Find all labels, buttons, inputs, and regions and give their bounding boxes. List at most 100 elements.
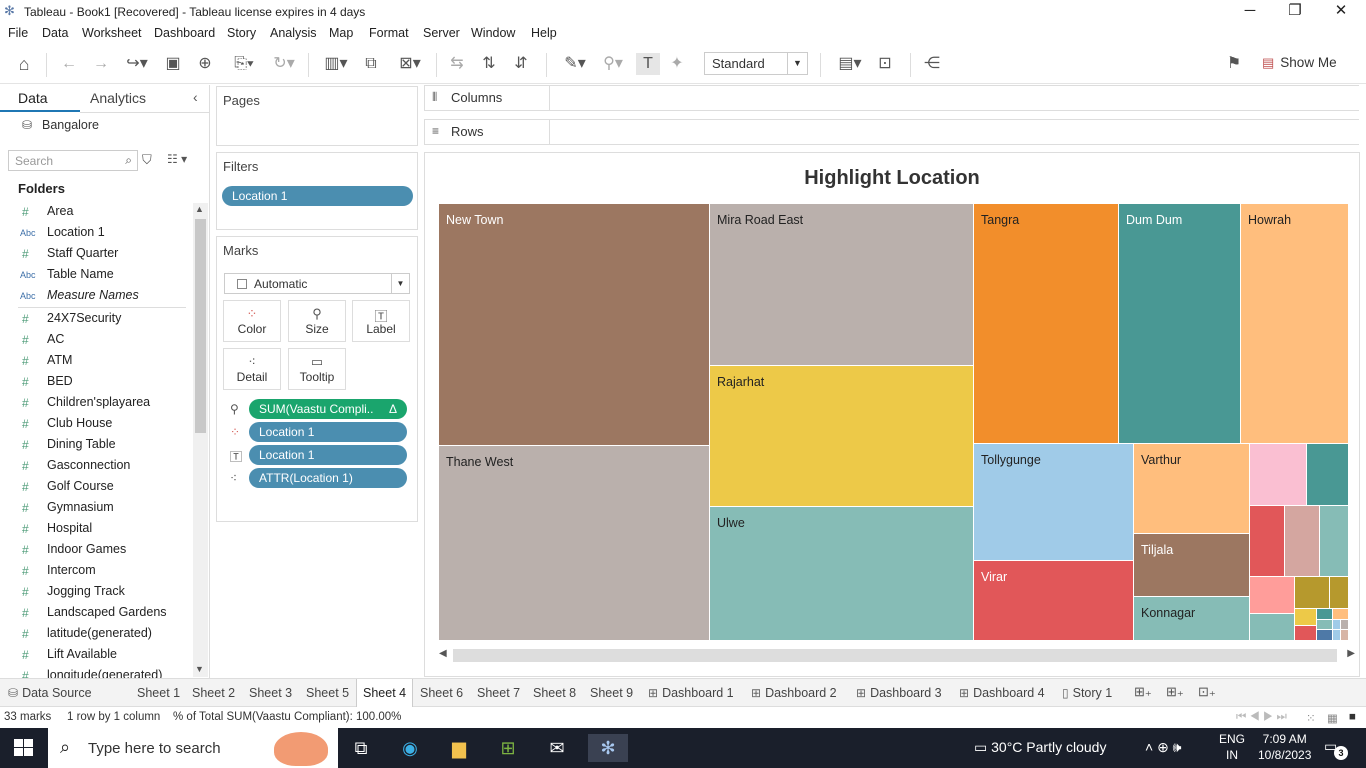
home-icon[interactable]: ⌂ <box>12 53 36 75</box>
treemap-cell[interactable]: Thane West <box>439 446 710 641</box>
film-view-icon[interactable]: ▦ <box>1327 711 1338 725</box>
weather-widget[interactable]: ▭ 30°C Partly cloudy <box>974 739 1106 756</box>
field-item[interactable]: # Jogging Track <box>0 582 188 603</box>
field-item[interactable]: Abc Location 1 <box>0 223 188 244</box>
scroll-right-icon[interactable]: ▶ <box>1347 648 1355 659</box>
menu-analysis[interactable]: Analysis <box>270 26 317 40</box>
view-horizontal-scrollbar[interactable]: ◀ ▶ <box>439 648 1359 664</box>
field-item[interactable]: # latitude(generated) <box>0 624 188 645</box>
fit-select[interactable]: Standard ▼ <box>704 52 808 75</box>
field-item[interactable]: # longitude(generated) <box>0 666 188 678</box>
tab-view-icon[interactable]: ■ <box>1349 711 1356 723</box>
columns-shelf[interactable]: ⦀ Columns <box>424 85 1359 111</box>
show-me-button[interactable]: ▤ Show Me <box>1262 55 1337 71</box>
field-item[interactable]: Abc Measure Names <box>0 286 188 307</box>
treemap-cell[interactable] <box>1320 506 1349 577</box>
field-item[interactable]: # Children'splayarea <box>0 393 188 414</box>
grid-view-icon[interactable]: ⁙ <box>1306 711 1316 725</box>
menu-format[interactable]: Format <box>369 26 409 40</box>
file-explorer-icon[interactable]: ▆ <box>445 734 473 762</box>
new-datasource-icon[interactable]: ⊕ <box>194 53 216 75</box>
task-view-icon[interactable]: ⧉ <box>347 734 375 762</box>
treemap-cell[interactable]: Rajarhat <box>710 366 974 507</box>
menu-help[interactable]: Help <box>531 26 557 40</box>
color-button[interactable]: ⁘ Color <box>223 300 281 342</box>
field-item[interactable]: #24X7Security <box>0 309 188 330</box>
mail-icon[interactable]: ✉ <box>543 734 571 762</box>
tab-story-1[interactable]: ▯ Story 1 <box>1056 679 1118 707</box>
tab-sheet-2[interactable]: Sheet 2 <box>186 679 241 707</box>
tableau-taskbar-icon[interactable]: ✻ <box>588 734 628 762</box>
rows-shelf[interactable]: ≡ Rows <box>424 119 1359 145</box>
size-button[interactable]: ⚲ Size <box>288 300 346 342</box>
view-options-icon[interactable]: ☷ ▾ <box>167 152 187 166</box>
sort-descending-icon[interactable]: ⇵ <box>510 53 532 75</box>
filter-icon[interactable]: ⛉ <box>142 152 152 168</box>
field-item[interactable]: # Club House <box>0 414 188 435</box>
treemap-cell[interactable] <box>1333 630 1341 641</box>
group-icon[interactable]: ⚲▾ <box>596 53 630 75</box>
tab-data-source[interactable]: ⛁ Data Source <box>2 679 98 707</box>
clear-sheet-icon[interactable]: ⊠▾ <box>392 53 428 75</box>
field-item[interactable]: # Gymnasium <box>0 498 188 519</box>
field-item[interactable]: # Golf Course <box>0 477 188 498</box>
fields-scrollbar[interactable]: ▲ ▼ <box>193 203 208 677</box>
treemap-cell[interactable] <box>1317 620 1333 630</box>
show-cards-icon[interactable]: ▤▾ <box>832 53 868 75</box>
scroll-left-icon[interactable]: ◀ <box>439 648 447 659</box>
presentation-mode-icon[interactable]: ⊡ <box>874 53 896 75</box>
menu-worksheet[interactable]: Worksheet <box>82 26 142 40</box>
treemap-cell[interactable]: Howrah <box>1241 204 1349 444</box>
menu-map[interactable]: Map <box>329 26 353 40</box>
collapse-pane-icon[interactable]: ‹ <box>193 89 198 105</box>
system-tray-icons[interactable]: ˄ ⊕ 🕪 <box>1145 739 1182 756</box>
filter-pill[interactable]: Location 1 <box>222 186 413 206</box>
tab-sheet-7[interactable]: Sheet 7 <box>471 679 526 707</box>
windows-start-icon[interactable] <box>14 739 34 757</box>
new-story-icon[interactable]: ⊡₊ <box>1198 684 1216 700</box>
treemap-cell[interactable]: Tiljala <box>1134 534 1250 597</box>
replay-icon[interactable]: ↪▾ <box>120 53 154 75</box>
treemap-cell[interactable]: Konnagar <box>1134 597 1250 641</box>
field-item[interactable]: # Dining Table <box>0 435 188 456</box>
treemap-cell[interactable] <box>1330 577 1349 609</box>
notification-icon[interactable]: ▭ 3 <box>1324 738 1348 760</box>
treemap-cell[interactable] <box>1250 614 1295 641</box>
field-item[interactable]: # Staff Quarter <box>0 244 188 265</box>
tooltip-button[interactable]: ▭ Tooltip <box>288 348 346 390</box>
treemap-cell[interactable] <box>1250 577 1295 614</box>
minimize-button[interactable]: ─ <box>1227 0 1273 24</box>
menu-dashboard[interactable]: Dashboard <box>154 26 215 40</box>
scroll-up-icon[interactable]: ▲ <box>195 204 204 214</box>
menu-server[interactable]: Server <box>423 26 460 40</box>
clock[interactable]: 7:09 AM 10/8/2023 <box>1258 731 1311 763</box>
treemap-cell[interactable] <box>1317 630 1333 641</box>
color-pill[interactable]: Location 1 <box>249 422 407 442</box>
tab-dashboard-4[interactable]: ⊞ Dashboard 4 <box>953 679 1051 707</box>
scrollbar-thumb[interactable] <box>195 219 206 433</box>
duplicate-icon[interactable]: ⧉ <box>360 53 382 75</box>
scrollbar-thumb[interactable] <box>453 649 1337 662</box>
new-worksheet-icon[interactable]: ▥▾ <box>318 53 354 75</box>
treemap-cell[interactable] <box>1307 444 1349 506</box>
treemap-cell[interactable]: Tangra <box>974 204 1119 444</box>
field-item[interactable]: # Landscaped Gardens <box>0 603 188 624</box>
tab-sheet-8[interactable]: Sheet 8 <box>527 679 582 707</box>
detail-pill[interactable]: ATTR(Location 1) <box>249 468 407 488</box>
menu-data[interactable]: Data <box>42 26 68 40</box>
swap-icon[interactable]: ⇆ <box>446 53 468 75</box>
view-canvas[interactable]: Highlight Location New Town Mira Road Ea… <box>424 152 1360 677</box>
edge-icon[interactable]: ◉ <box>396 734 424 762</box>
scroll-down-icon[interactable]: ▼ <box>195 664 204 674</box>
pause-updates-icon[interactable]: ⎘▾ <box>226 53 262 75</box>
undo-icon[interactable]: ← <box>58 53 80 75</box>
share-icon[interactable]: ⋲ <box>920 53 944 75</box>
save-icon[interactable]: ▣ <box>162 53 184 75</box>
menu-story[interactable]: Story <box>227 26 256 40</box>
chart-title[interactable]: Highlight Location <box>425 167 1359 190</box>
format-painter-icon[interactable]: ⚑ <box>1222 53 1246 75</box>
treemap-cell[interactable]: Ulwe <box>710 507 974 641</box>
language-indicator[interactable]: ENG IN <box>1219 731 1245 763</box>
highlight-icon[interactable]: ✎▾ <box>558 53 592 75</box>
treemap-cell[interactable] <box>1341 620 1349 630</box>
